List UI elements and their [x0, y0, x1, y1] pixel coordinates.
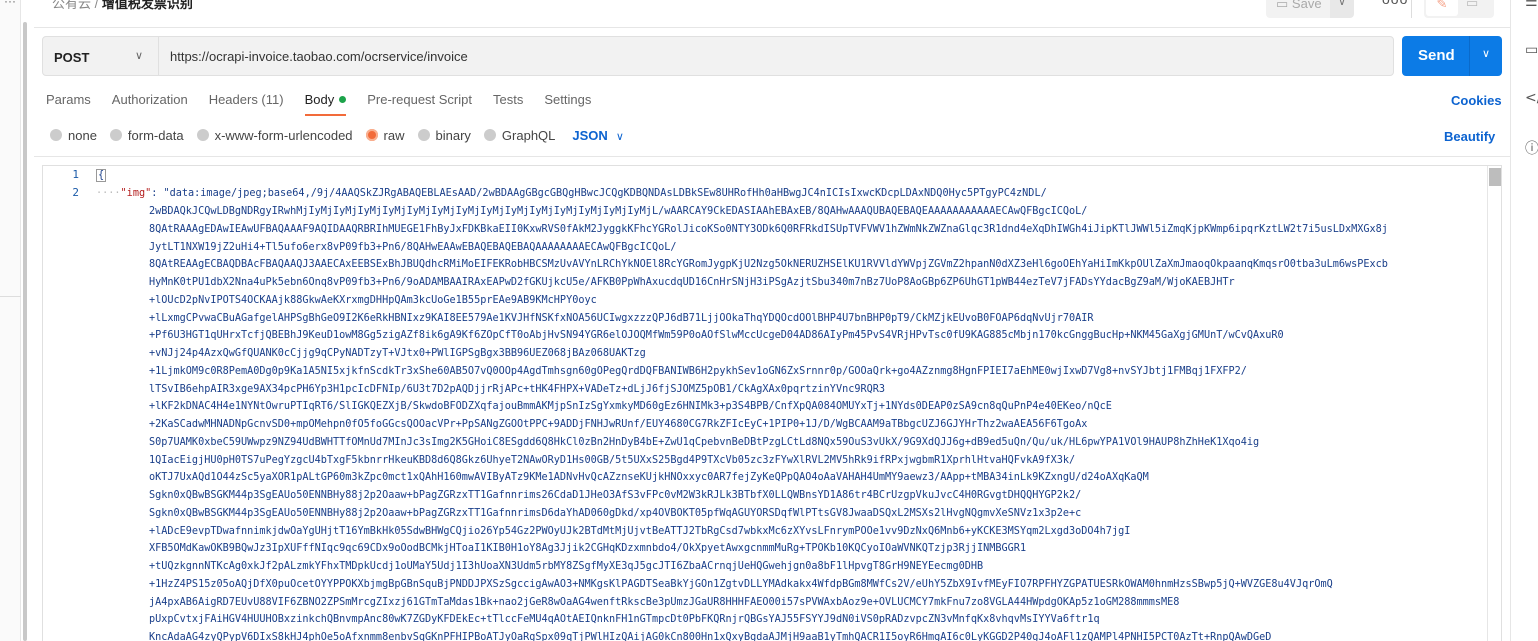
json-key: "img"	[120, 188, 152, 199]
open-brace: {	[96, 169, 107, 182]
json-value: "data:image/jpeg;base64,/9j/4AAQSkZJRgAB…	[163, 188, 1047, 199]
documentation-icon[interactable]: ☰	[1525, 0, 1538, 10]
view-toggle: ✎ ▭	[1424, 0, 1494, 18]
request-header: 公有云 / 增值税发票识别 ▭ Save ∨ ooo ✎ ▭	[34, 0, 1510, 28]
cookies-link[interactable]: Cookies	[1451, 93, 1502, 108]
right-sidebar: ☰ ▭ </ ⓘ	[1510, 0, 1538, 641]
code-line: +vNJj24p4AzxQwGfQUANK0cCjjg9qCPyNADTzyT+…	[149, 348, 646, 359]
breadcrumb-current[interactable]: 增值税发票识别	[102, 0, 193, 11]
tab-headers[interactable]: Headers (11)	[209, 92, 284, 118]
more-icon[interactable]: ···	[4, 0, 16, 8]
radio-x-www-form-urlencoded[interactable]: x-www-form-urlencoded	[196, 128, 353, 143]
request-tabs: Params Authorization Headers (11) Body P…	[46, 92, 612, 118]
colon: :	[151, 188, 164, 199]
code-line: jA4pxAB6AigRD7EUvU88VIF6ZBNO2ZPSmMrcgZIx…	[149, 596, 1180, 608]
code-line: +lKF2kDNAC4H4e1NYNtOwruPTIqRT6/SlIGKQEZX…	[149, 401, 1112, 413]
method-select[interactable]: POST ∨	[43, 37, 159, 75]
code-line: oKTJ7UxAQd1O44zSc5yaXOR1pALtGP60m3kZpc0m…	[149, 472, 1149, 484]
tab-body[interactable]: Body	[304, 92, 347, 118]
comment-icon[interactable]: ▭	[1466, 0, 1478, 11]
code-line: +lLxmgCPvwaCBuAGafgelAHPSgBhGeO9I2K6eRkH…	[149, 312, 1094, 324]
method-value: POST	[54, 50, 90, 65]
send-dropdown-chevron-icon[interactable]: ∨	[1469, 36, 1502, 76]
save-group: ▭ Save ∨	[1266, 0, 1354, 18]
save-button[interactable]: ▭ Save	[1266, 0, 1330, 18]
save-label: Save	[1291, 0, 1322, 11]
line-number: 1	[72, 168, 79, 181]
tab-settings[interactable]: Settings	[544, 92, 591, 118]
radio-graphql[interactable]: GraphQL	[483, 128, 555, 143]
chevron-down-icon: ∨	[615, 131, 624, 143]
line-gutter: 1 2	[43, 166, 93, 641]
code-line: +lADcE9evpTDwafnnimkjdwOaYgUHjtT16YmBkHk…	[149, 525, 1131, 537]
more-options-button[interactable]: ooo	[1382, 0, 1408, 7]
left-sidebar: ···	[0, 0, 21, 641]
beautify-link[interactable]: Beautify	[1444, 129, 1495, 144]
code-line: +1HzZ4PS15z05oAQjDfX0puOcetOYYPPOKXbjmgB…	[149, 578, 1333, 590]
code-line: 1QIacEigjHU0pH0TS7uPegYzgcU4bTxgF5kbnrrH…	[149, 454, 1076, 466]
send-label: Send	[1418, 47, 1455, 64]
code-editor[interactable]: 1 2 { ····"img": "data:image/jpeg;base64…	[42, 165, 1502, 641]
code-line: KncAdaAG4zyQPypV6DIxS8kHJ4phOe5oAfxnmm8e…	[149, 632, 1272, 641]
code-line: lTSvIB6ehpAIR3xge9AX34pcPH6Yp3H1pcIcDFNI…	[149, 383, 886, 395]
divider	[1411, 0, 1412, 18]
code-line: 8QAtREAAgECBAQDBAcFBAQAAQJ3AAECAxEEBSExB…	[149, 259, 1388, 271]
code-line: +1LjmkOM9c0R8PemA0Dg0p9Ka1A5NI5xjkfnScdk…	[149, 365, 1247, 377]
code-line: +tUQzkgnnNTKcAg0xkJf2pALzmkYFhxTMDpkUcdj…	[149, 561, 984, 572]
tab-authorization[interactable]: Authorization	[112, 92, 188, 118]
indent-whitespace: ····	[96, 188, 121, 199]
radio-raw[interactable]: raw	[365, 128, 405, 143]
pencil-icon[interactable]: ✎	[1426, 0, 1458, 16]
save-icon: ▭	[1276, 0, 1289, 11]
code-line: Sgkn0xQBwBSGKM44p3SgEAUo50ENNBHy88j2p2Oa…	[149, 507, 1082, 519]
code-line: S0p7UAMK0xbeC59UWwpz9NZ94UdBWHTTfOMnUd7M…	[149, 436, 1260, 448]
radio-binary[interactable]: binary	[417, 128, 471, 143]
code-line: +2KaSCadwMHNADNpGcnvSD0+mpOMehpn0fO5foGG…	[149, 419, 1088, 430]
comments-icon[interactable]: ▭	[1525, 42, 1538, 58]
code-line: pUxpCvtxjFAiHGV4HUUHOBxzinkchQBnvmpAnc80…	[149, 614, 1100, 626]
tab-params[interactable]: Params	[46, 92, 91, 118]
code-line: Sgkn0xQBwBSGKM44p3SgEAUo50ENNBHy88j2p2Oa…	[149, 490, 1082, 501]
chevron-down-icon: ∨	[135, 50, 144, 62]
breadcrumb-separator: /	[94, 0, 99, 11]
editor-scrollbar[interactable]	[1487, 166, 1501, 641]
code-line: HyMnK0tPU1dbX2Nna4uPk5ebn6Onq8vP09fb3+Pn…	[149, 277, 1235, 288]
code-line: 2wBDAQkJCQwLDBgNDRgyIRwhMjIyMjIyMjIyMjIy…	[149, 206, 1088, 217]
code-line: XFB5OMdKawOKB9BQwJz3IpXUFffNIqc9qc69CDx9…	[149, 543, 1027, 555]
url-bar: POST ∨ https://ocrapi-invoice.taobao.com…	[42, 36, 1394, 76]
code-line: +lOUcD2pNvIPOTS4OCKAAjk88GkwAeKXrxmgDHHp…	[149, 294, 597, 306]
scrollbar-thumb[interactable]	[1489, 168, 1501, 186]
info-icon[interactable]: ⓘ	[1525, 138, 1538, 158]
sidebar-scrollbar[interactable]	[23, 22, 27, 641]
code-line: JytLT1NXW19jZ2uHi4+Tl5ufo6erx8vP09fb3+Pn…	[149, 241, 677, 253]
format-select[interactable]: JSON ∨	[572, 128, 623, 143]
url-input[interactable]: https://ocrapi-invoice.taobao.com/ocrser…	[170, 49, 468, 64]
code-line: 8QAtRAAAgEDAwIEAwUFBAQAAAF9AQIDAAQRBRIhM…	[149, 223, 1388, 235]
radio-none[interactable]: none	[50, 128, 97, 143]
tab-pre-request-script[interactable]: Pre-request Script	[367, 92, 472, 118]
divider	[0, 296, 21, 297]
breadcrumb-parent[interactable]: 公有云	[52, 0, 91, 11]
body-status-dot	[339, 96, 347, 103]
code-line: +Pf6U3HGT1qUHrxTcfjQBEBhJ9KeuD1owM8Gg5zi…	[149, 330, 1284, 342]
divider	[34, 156, 1510, 157]
tab-tests[interactable]: Tests	[493, 92, 523, 118]
radio-form-data[interactable]: form-data	[109, 128, 184, 143]
send-button[interactable]: Send ∨	[1402, 36, 1502, 76]
line-number: 2	[72, 186, 79, 199]
chevron-down-icon: ∨	[1337, 0, 1347, 8]
save-dropdown-button[interactable]: ∨	[1330, 0, 1354, 18]
code-icon[interactable]: </	[1525, 90, 1538, 106]
body-type-options: none form-data x-www-form-urlencoded raw…	[50, 128, 624, 143]
breadcrumb: 公有云 / 增值税发票识别	[52, 0, 193, 12]
